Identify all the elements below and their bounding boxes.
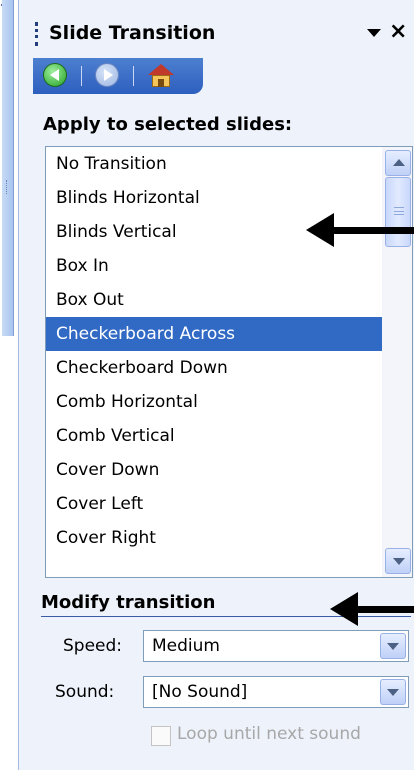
listbox-scrollbar[interactable] xyxy=(382,147,412,577)
task-pane-nav-bar xyxy=(33,58,203,94)
apply-to-selected-slides-label: Apply to selected slides: xyxy=(43,114,293,135)
speed-dropdown[interactable]: Medium xyxy=(143,630,409,662)
sound-dropdown-button[interactable] xyxy=(380,679,406,705)
list-item[interactable]: Box In xyxy=(46,249,382,283)
thumb-grip-icon xyxy=(394,207,404,215)
list-item[interactable]: Comb Vertical xyxy=(46,419,382,453)
list-item-selected[interactable]: Checkerboard Across xyxy=(46,317,382,351)
list-item[interactable]: Cover Down xyxy=(46,453,382,487)
scroll-down-button[interactable] xyxy=(385,548,411,574)
task-pane-titlebar: Slide Transition × xyxy=(19,0,414,56)
task-pane-title: Slide Transition xyxy=(49,22,216,44)
list-item[interactable]: Checkerboard Down xyxy=(46,351,382,385)
list-item[interactable]: Blinds Horizontal xyxy=(46,181,382,215)
home-icon[interactable] xyxy=(147,62,175,88)
drag-grip-icon[interactable] xyxy=(35,22,38,46)
speed-value: Medium xyxy=(152,636,220,656)
speed-dropdown-button[interactable] xyxy=(380,633,406,659)
list-item[interactable]: Cover Left xyxy=(46,487,382,521)
nav-separator xyxy=(133,66,134,86)
loop-until-next-sound-label: Loop until next sound xyxy=(177,724,361,744)
list-item[interactable]: No Transition xyxy=(46,147,382,181)
sound-dropdown[interactable]: [No Sound] xyxy=(143,676,409,708)
scrollbar-thumb[interactable] xyxy=(385,177,411,247)
list-item[interactable]: Box Out xyxy=(46,283,382,317)
close-icon[interactable]: × xyxy=(389,20,407,44)
chevron-down-icon xyxy=(387,689,399,696)
transition-listbox[interactable]: No Transition Blinds Horizontal Blinds V… xyxy=(45,146,413,578)
chevron-down-icon xyxy=(393,558,405,565)
forward-arrow-icon[interactable] xyxy=(95,63,119,87)
task-pane-menu-icon[interactable] xyxy=(367,29,381,37)
splitter-grip-icon[interactable] xyxy=(6,180,9,194)
scroll-up-button[interactable] xyxy=(385,150,411,176)
chevron-down-icon xyxy=(387,643,399,650)
splitter-bar[interactable] xyxy=(2,0,14,336)
list-item[interactable]: Cover Right xyxy=(46,521,382,555)
list-item[interactable]: Comb Horizontal xyxy=(46,385,382,419)
loop-checkbox[interactable] xyxy=(151,726,171,746)
nav-separator xyxy=(81,66,82,86)
document-edge xyxy=(0,0,18,770)
annotation-arrow-icon xyxy=(330,592,414,626)
sound-value: [No Sound] xyxy=(152,682,248,702)
back-arrow-icon[interactable] xyxy=(43,63,67,87)
slide-transition-task-pane: Slide Transition × Apply to selected sli… xyxy=(18,0,414,770)
modify-transition-label: Modify transition xyxy=(41,592,216,613)
annotation-arrow-icon xyxy=(306,213,414,247)
sound-label: Sound: xyxy=(55,682,115,702)
chevron-up-icon xyxy=(393,159,405,166)
speed-label: Speed: xyxy=(63,636,123,656)
